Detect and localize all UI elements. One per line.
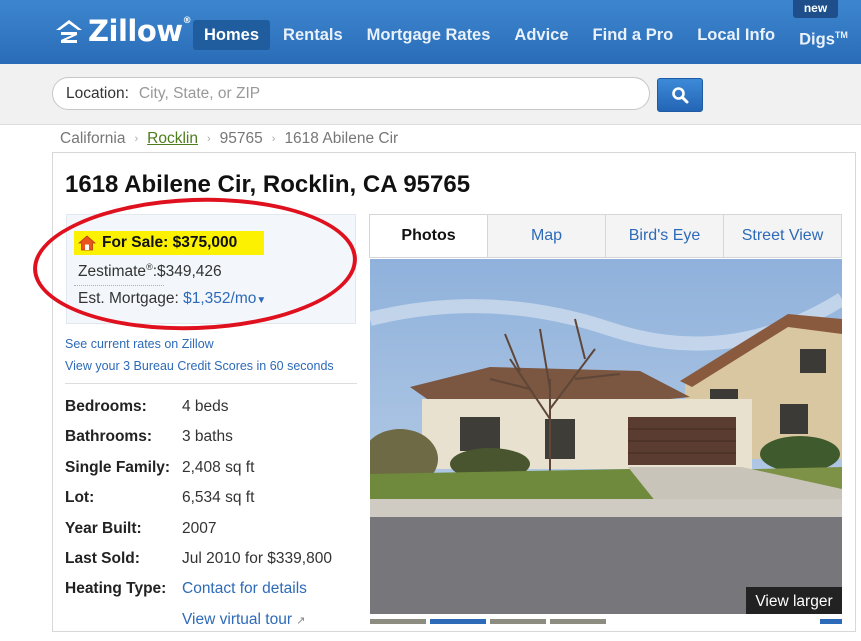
- credit-scores-link[interactable]: View your 3 Bureau Credit Scores in 60 s…: [65, 359, 334, 373]
- search-button[interactable]: [657, 78, 703, 112]
- caret-down-icon: ▼: [256, 295, 267, 306]
- tab-photos[interactable]: Photos: [370, 215, 487, 257]
- fact-value: 2007: [182, 519, 217, 537]
- zestimate-value: :$349,426: [152, 263, 222, 281]
- estimated-mortgage: Est. Mortgage: $1,352/mo▼: [78, 290, 266, 308]
- property-address: 1618 Abilene Cir, Rocklin, CA 95765: [65, 171, 471, 198]
- fact-label: Bathrooms:: [65, 428, 152, 446]
- property-facts: Bedrooms: 4 beds Bathrooms: 3 baths Sing…: [65, 398, 365, 641]
- for-sale-price: For Sale: $375,000: [74, 231, 264, 255]
- main-nav: Homes Rentals Mortgage Rates Advice Find…: [193, 20, 861, 50]
- nav-rentals[interactable]: Rentals: [272, 20, 354, 50]
- search-icon: [672, 87, 689, 104]
- breadcrumb-separator: ›: [206, 133, 211, 145]
- trademark-mark: TM: [834, 30, 848, 40]
- fact-value: 4 beds: [182, 398, 229, 415]
- fact-value: Jul 2010 for $339,800: [182, 549, 332, 567]
- fact-row-single-family: Single Family: 2,408 sq ft: [65, 459, 365, 489]
- mortgage-label: Est. Mortgage:: [78, 290, 179, 307]
- location-search-box[interactable]: Location:: [52, 77, 650, 110]
- breadcrumb-state[interactable]: California: [60, 130, 125, 148]
- search-bar: Location:: [0, 64, 861, 125]
- breadcrumb-address: 1618 Abilene Cir: [284, 130, 399, 147]
- breadcrumb-city-link[interactable]: Rocklin: [147, 130, 198, 148]
- external-link-icon: ↗: [296, 614, 306, 627]
- zestimate[interactable]: Zestimate®:$349,426: [78, 262, 222, 281]
- view-larger-button[interactable]: View larger: [746, 587, 842, 614]
- registered-mark: ®: [146, 262, 153, 272]
- top-navigation-bar: Zillow® Homes Rentals Mortgage Rates Adv…: [0, 0, 861, 64]
- fact-row-virtual-tour: View virtual tour ↗: [65, 611, 365, 641]
- contact-for-details-link[interactable]: Contact for details: [182, 580, 307, 598]
- fact-label: Heating Type:: [65, 580, 167, 598]
- fact-row-bedrooms: Bedrooms: 4 beds: [65, 398, 365, 428]
- nav-mortgage-rates[interactable]: Mortgage Rates: [356, 20, 502, 50]
- breadcrumb-separator: ›: [271, 133, 276, 145]
- new-badge: new: [793, 0, 838, 18]
- location-search-input[interactable]: [136, 83, 581, 104]
- fact-label: Bedrooms:: [65, 398, 147, 415]
- breadcrumb: California › Rocklin › 95765 › 1618 Abil…: [60, 129, 398, 149]
- breadcrumb-separator: ›: [134, 133, 139, 145]
- fact-row-bathrooms: Bathrooms: 3 baths: [65, 428, 365, 458]
- house-icon: [78, 235, 96, 251]
- photo-thumbnail-selected[interactable]: [430, 619, 486, 624]
- fact-row-heating-type: Heating Type: Contact for details: [65, 580, 365, 610]
- for-sale-label: For Sale: $375,000: [102, 234, 238, 251]
- fact-value: 3 baths: [182, 428, 233, 446]
- virtual-tour-link[interactable]: View virtual tour ↗: [182, 611, 306, 629]
- section-divider: [65, 383, 357, 384]
- fact-value: 6,534 sq ft: [182, 489, 255, 507]
- photo-thumbnail-strip: [370, 619, 842, 624]
- nav-find-a-pro[interactable]: Find a Pro: [582, 20, 685, 50]
- fact-label: Year Built:: [65, 519, 142, 537]
- nav-local-info[interactable]: Local Info: [686, 20, 786, 50]
- tab-birds-eye[interactable]: Bird's Eye: [605, 215, 723, 257]
- breadcrumb-zip[interactable]: 95765: [220, 130, 263, 148]
- tab-street-view[interactable]: Street View: [723, 215, 841, 257]
- property-photo[interactable]: View larger: [370, 259, 842, 614]
- photo-thumbnail[interactable]: [490, 619, 546, 624]
- fact-row-last-sold: Last Sold: Jul 2010 for $339,800: [65, 550, 365, 580]
- thumbnail-scroll-button[interactable]: [820, 619, 842, 624]
- current-rates-link[interactable]: See current rates on Zillow: [65, 337, 214, 351]
- zillow-logo[interactable]: Zillow®: [54, 14, 192, 48]
- photo-thumbnail[interactable]: [370, 619, 426, 624]
- tab-map[interactable]: Map: [487, 215, 605, 257]
- fact-label: Last Sold:: [65, 549, 140, 567]
- location-label: Location:: [66, 84, 129, 102]
- nav-advice[interactable]: Advice: [503, 20, 579, 50]
- fact-label: Single Family:: [65, 458, 171, 476]
- fact-label: Lot:: [65, 489, 95, 507]
- photo-thumbnail[interactable]: [550, 619, 606, 624]
- nav-homes[interactable]: Homes: [193, 20, 271, 50]
- mortgage-value-dropdown[interactable]: $1,352/mo▼: [183, 290, 266, 307]
- dotted-divider: [74, 285, 164, 286]
- media-tabs: Photos Map Bird's Eye Street View: [369, 214, 842, 258]
- fact-row-year-built: Year Built: 2007: [65, 520, 365, 550]
- logo-text: Zillow®: [88, 14, 192, 48]
- house-photo-image: [370, 259, 842, 614]
- fact-row-lot: Lot: 6,534 sq ft: [65, 489, 365, 519]
- fact-value: 2,408 sq ft: [182, 458, 255, 476]
- zillow-logo-icon: [56, 20, 82, 43]
- nav-digs[interactable]: DigsTM: [788, 20, 859, 50]
